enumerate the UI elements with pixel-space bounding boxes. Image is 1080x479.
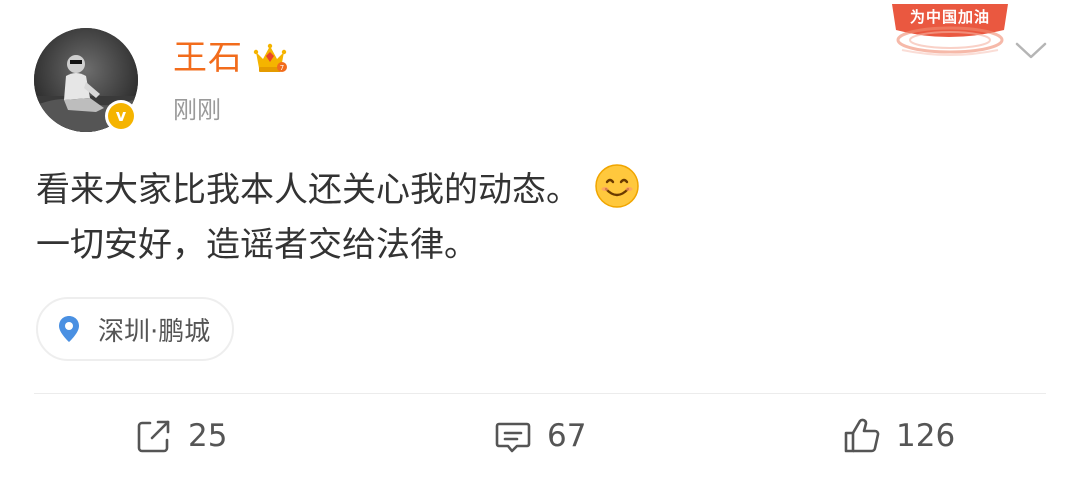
share-icon bbox=[137, 420, 170, 453]
comment-count: 67 bbox=[547, 418, 587, 454]
repost-count: 25 bbox=[188, 418, 228, 454]
action-divider bbox=[34, 393, 1046, 394]
post-content: 看来大家比我本人还关心我的动态。 一切安好，造谣者交给法律。 bbox=[36, 163, 640, 273]
location-label: 深圳·鹏城 bbox=[98, 316, 211, 347]
like-button[interactable]: 126 bbox=[842, 414, 955, 458]
location-pin-icon bbox=[59, 316, 79, 342]
weibo-post-card: v 王石 7 刚刚 为中国加油 看来大家比我本人还关心我的动态。 一切安好，造谣… bbox=[0, 0, 1080, 479]
verified-badge: v bbox=[105, 100, 137, 132]
like-count: 126 bbox=[896, 418, 956, 454]
chevron-down-icon[interactable] bbox=[1014, 38, 1048, 62]
post-text-line-2: 一切安好，造谣者交给法律。 bbox=[36, 225, 478, 265]
post-timestamp: 刚刚 bbox=[173, 96, 221, 124]
smile-emoji-icon bbox=[595, 164, 639, 208]
crown-icon[interactable]: 7 bbox=[252, 40, 288, 76]
verified-badge-icon: v bbox=[108, 103, 134, 129]
comment-icon bbox=[495, 422, 531, 453]
comment-button[interactable]: 67 bbox=[493, 414, 586, 458]
author-name[interactable]: 王石 bbox=[173, 36, 243, 80]
post-text-line-1: 看来大家比我本人还关心我的动态。 bbox=[36, 170, 580, 210]
svg-text:7: 7 bbox=[280, 64, 284, 72]
event-badge[interactable]: 为中国加油 bbox=[888, 0, 1012, 60]
location-tag[interactable]: 深圳·鹏城 bbox=[36, 297, 235, 361]
post-content-line: 看来大家比我本人还关心我的动态。 bbox=[36, 163, 640, 218]
repost-button[interactable]: 25 bbox=[134, 414, 227, 458]
thumbs-up-icon bbox=[844, 418, 880, 453]
event-badge-label: 为中国加油 bbox=[909, 8, 990, 26]
